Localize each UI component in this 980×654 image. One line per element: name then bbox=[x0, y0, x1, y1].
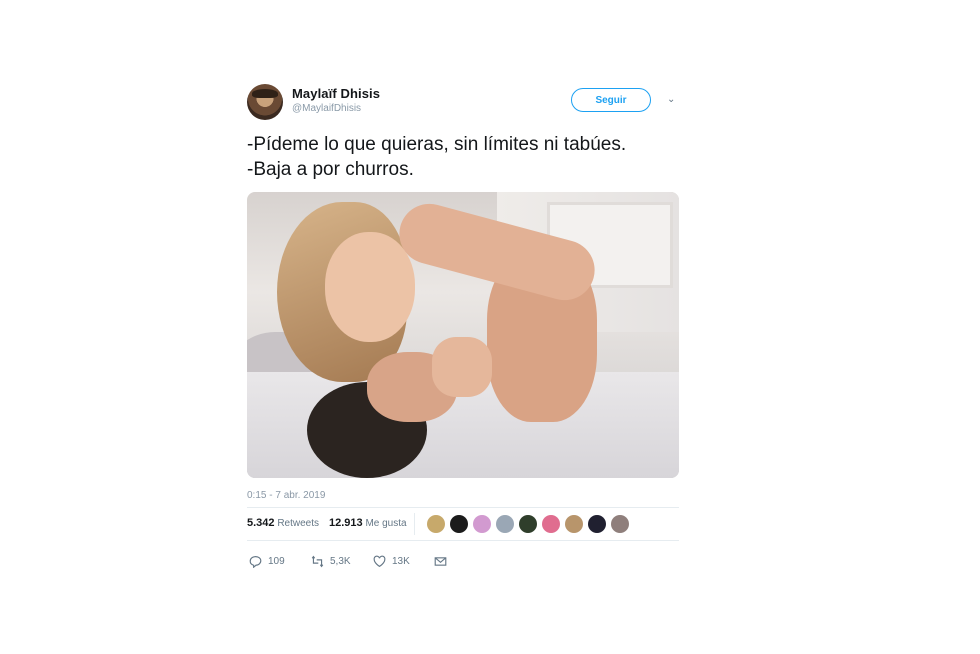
divider-top bbox=[247, 507, 679, 508]
tweet-actions: 109 5,3K 13K bbox=[247, 545, 679, 575]
reply-icon bbox=[249, 556, 262, 568]
engagement-stats: 5.342 Retweets 12.913 Me gusta bbox=[247, 507, 679, 541]
liker-avatar[interactable] bbox=[588, 515, 606, 533]
liker-avatar[interactable] bbox=[473, 515, 491, 533]
tweet-photo[interactable] bbox=[247, 192, 679, 478]
reply-count: 109 bbox=[268, 556, 285, 567]
liker-avatar[interactable] bbox=[450, 515, 468, 533]
reply-action[interactable]: 109 bbox=[249, 555, 285, 568]
retweets-stat[interactable]: 5.342 Retweets bbox=[247, 517, 319, 529]
likes-label: Me gusta bbox=[365, 518, 407, 529]
author-handle[interactable]: @MaylaifDhisis bbox=[292, 103, 380, 114]
retweets-count: 5.342 bbox=[247, 517, 275, 529]
envelope-icon bbox=[434, 557, 447, 566]
like-count: 13K bbox=[392, 556, 410, 567]
heart-icon bbox=[373, 555, 386, 568]
like-action[interactable]: 13K bbox=[373, 555, 410, 568]
tweet-text: -Pídeme lo que quieras, sin límites ni t… bbox=[247, 134, 627, 180]
divider-bottom bbox=[247, 540, 679, 541]
hat-shape bbox=[252, 89, 278, 98]
follow-button[interactable]: Seguir bbox=[571, 88, 651, 112]
retweet-icon bbox=[311, 555, 324, 568]
liker-avatars bbox=[427, 515, 629, 533]
retweet-action[interactable]: 5,3K bbox=[311, 555, 351, 568]
retweet-count: 5,3K bbox=[330, 556, 351, 567]
liker-avatar[interactable] bbox=[611, 515, 629, 533]
photo-hand bbox=[432, 337, 492, 397]
message-action[interactable] bbox=[434, 555, 447, 568]
stats-separator bbox=[414, 513, 415, 535]
avatar[interactable] bbox=[247, 84, 283, 120]
tweet-header: Maylaïf Dhisis @MaylaifDhisis Seguir ⌄ bbox=[247, 78, 679, 124]
author-name[interactable]: Maylaïf Dhisis bbox=[292, 86, 380, 101]
retweets-label: Retweets bbox=[277, 518, 319, 529]
likes-stat[interactable]: 12.913 Me gusta bbox=[329, 517, 407, 529]
photo-woman-face bbox=[325, 232, 415, 342]
liker-avatar[interactable] bbox=[519, 515, 537, 533]
tweet-timestamp[interactable]: 0:15 - 7 abr. 2019 bbox=[247, 490, 679, 501]
likes-count: 12.913 bbox=[329, 517, 363, 529]
tweet-card: Maylaïf Dhisis @MaylaifDhisis Seguir ⌄ -… bbox=[247, 78, 679, 575]
author-block: Maylaïf Dhisis @MaylaifDhisis bbox=[292, 86, 380, 114]
liker-avatar[interactable] bbox=[542, 515, 560, 533]
liker-avatar[interactable] bbox=[427, 515, 445, 533]
liker-avatar[interactable] bbox=[496, 515, 514, 533]
liker-avatar[interactable] bbox=[565, 515, 583, 533]
chevron-down-icon[interactable]: ⌄ bbox=[667, 95, 677, 105]
